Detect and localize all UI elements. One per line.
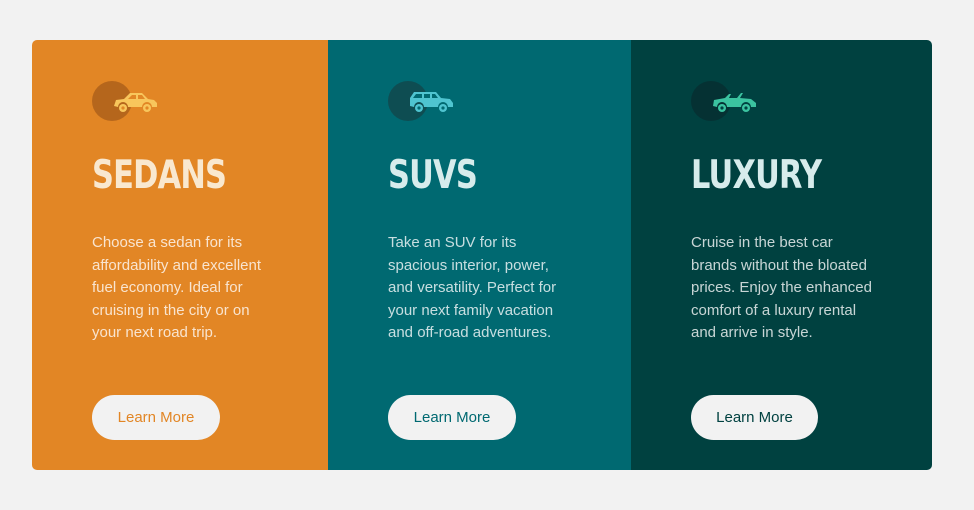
learn-more-button[interactable]: Learn More xyxy=(388,395,516,440)
card-description: Choose a sedan for its affordability and… xyxy=(92,234,261,341)
luxury-car-icon xyxy=(691,80,761,122)
card-sedans: Sedans Choose a sedan for its affordabil… xyxy=(32,40,328,470)
card-title: SUVs xyxy=(388,153,478,198)
card-title: Luxury xyxy=(691,153,822,198)
sedan-car-icon xyxy=(92,80,162,122)
card-description: Take an SUV for its spacious interior, p… xyxy=(388,234,557,341)
card-description: Cruise in the best car brands without th… xyxy=(691,234,872,341)
learn-more-button[interactable]: Learn More xyxy=(92,395,220,440)
card-title: Sedans xyxy=(92,153,227,198)
suv-car-icon xyxy=(388,80,458,122)
learn-more-button[interactable]: Learn More xyxy=(691,395,818,440)
card-luxury: Luxury Cruise in the best car brands wit… xyxy=(631,40,932,470)
card-group: Sedans Choose a sedan for its affordabil… xyxy=(32,40,932,470)
card-suvs: SUVs Take an SUV for its spacious interi… xyxy=(328,40,631,470)
